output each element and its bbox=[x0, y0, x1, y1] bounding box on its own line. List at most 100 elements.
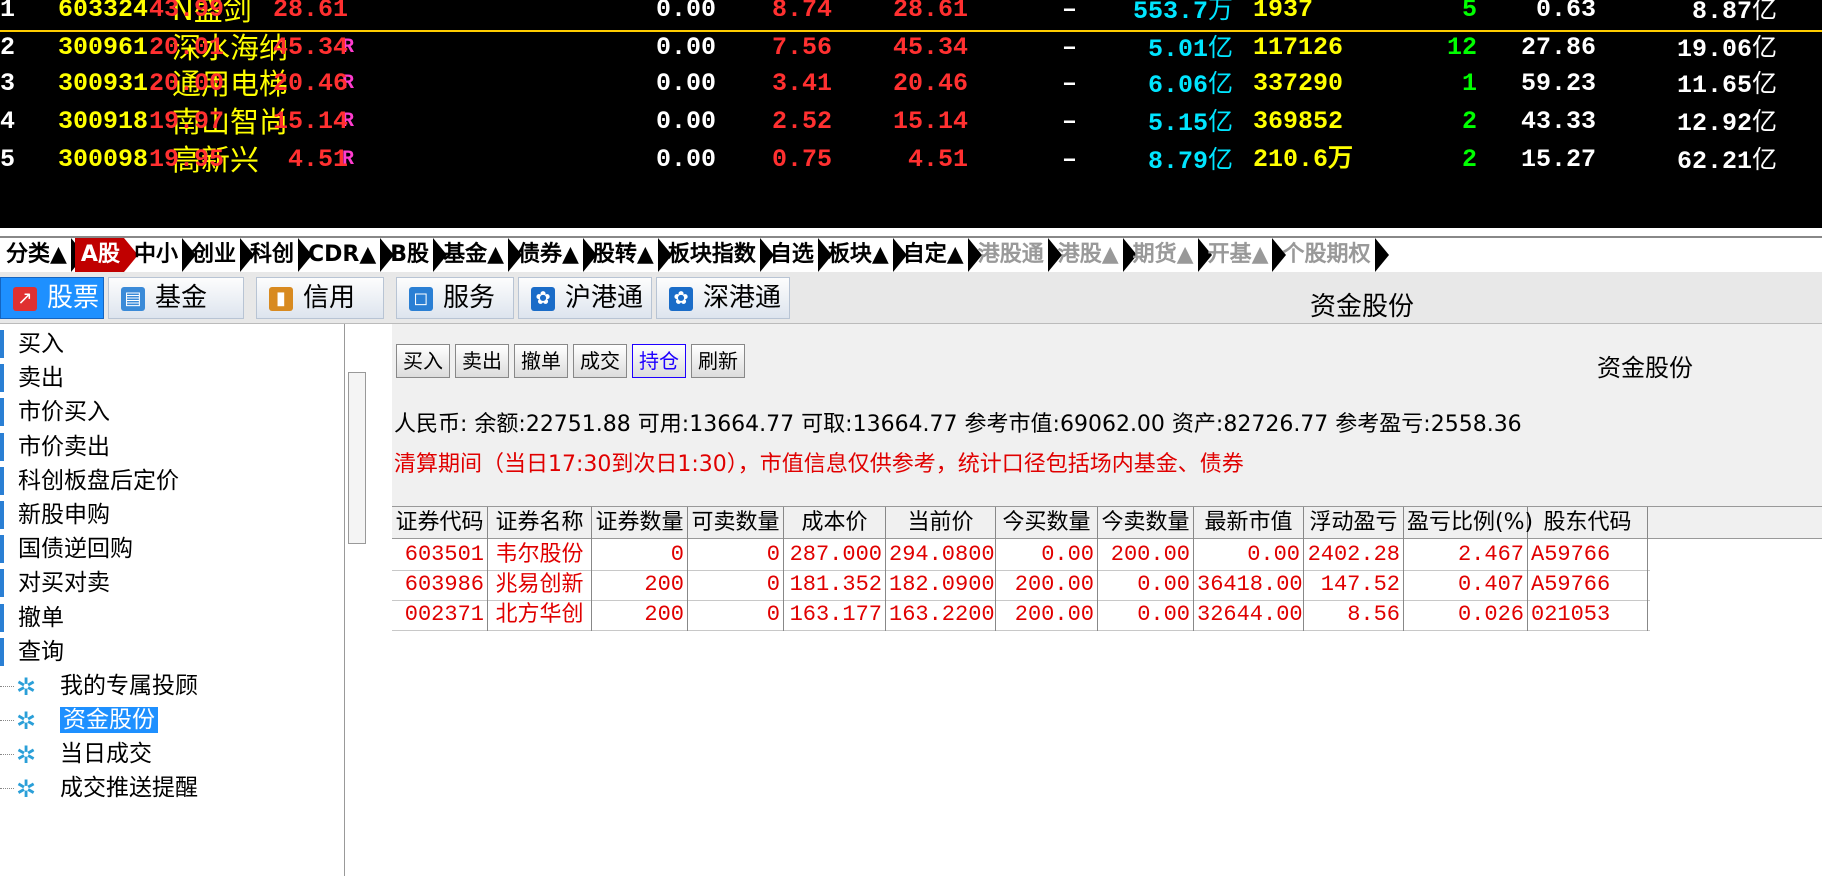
amount: 337290 bbox=[1253, 69, 1344, 98]
table-row[interactable]: 603501 韦尔股份 0 0 287.000 294.0800 0.00 200.00 0.0… bbox=[392, 539, 1650, 571]
market-tab[interactable]: 板块▲ bbox=[822, 238, 907, 272]
credit-icon: ▮ bbox=[269, 287, 293, 311]
market-tab[interactable]: 基金▲ bbox=[437, 238, 522, 272]
table-cell: 287.000 bbox=[784, 539, 886, 571]
column-header[interactable]: 今卖数量 bbox=[1098, 507, 1194, 539]
change-pct: 43.99 bbox=[148, 0, 224, 24]
tab-service[interactable]: ◻ 服务 bbox=[396, 277, 514, 319]
action-button[interactable]: 成交 bbox=[573, 344, 627, 378]
ask: – bbox=[1062, 145, 1078, 174]
tree-connector bbox=[0, 686, 14, 687]
market-tab[interactable]: 分类▲ bbox=[0, 238, 85, 272]
market-tab[interactable]: 中小 bbox=[128, 238, 196, 272]
change-pct: 20.00 bbox=[148, 69, 224, 98]
market-tab[interactable]: CDR▲ bbox=[302, 238, 395, 272]
table-row[interactable]: 002371 北方华创 200 0 163.177 163.2200 200.00 0.00 3… bbox=[392, 599, 1650, 631]
sidebar-item-label: 买入 bbox=[18, 331, 64, 357]
market-tab[interactable]: 开基▲ bbox=[1202, 238, 1287, 272]
market-tab[interactable]: 期货▲ bbox=[1127, 238, 1212, 272]
tab-fund[interactable]: ▤ 基金 bbox=[108, 277, 244, 319]
action-button[interactable]: 撤单 bbox=[514, 344, 568, 378]
sidebar-subitem[interactable]: ✲ 资金股份 bbox=[0, 702, 158, 738]
sidebar-item[interactable]: 市价卖出 bbox=[0, 429, 110, 465]
market-tab[interactable]: 科创 bbox=[244, 238, 313, 272]
sidebar-subitem[interactable]: ✲ 成交推送提醒 bbox=[0, 770, 198, 806]
column-header[interactable]: 证券代码 bbox=[392, 507, 488, 539]
action-button[interactable]: 持仓 bbox=[632, 344, 686, 378]
action-button[interactable]: 卖出 bbox=[455, 344, 509, 378]
column-header[interactable]: 当前价 bbox=[886, 507, 996, 539]
table-cell: 163.177 bbox=[784, 599, 886, 631]
speed: 0.00 bbox=[656, 0, 717, 24]
tree-marker bbox=[0, 535, 4, 564]
action-button[interactable]: 刷新 bbox=[691, 344, 745, 378]
tab-hk-connect-sz[interactable]: ✿ 深港通 bbox=[656, 277, 790, 319]
tab-hk-connect-sh[interactable]: ✿ 沪港通 bbox=[518, 277, 652, 319]
table-cell: 32644.00 bbox=[1194, 599, 1304, 631]
column-header[interactable]: 证券数量 bbox=[592, 507, 688, 539]
market-tab[interactable]: 板块指数 bbox=[662, 238, 774, 272]
tab-label: 服务 bbox=[443, 283, 496, 313]
sidebar-subitem[interactable]: ✲ 当日成交 bbox=[0, 736, 152, 772]
sidebar-item[interactable]: 国债逆回购 bbox=[0, 531, 133, 567]
sidebar-item[interactable]: 对买对卖 bbox=[0, 565, 110, 601]
market-tab[interactable]: 股转▲ bbox=[587, 238, 672, 272]
quote-row[interactable]: 3 300931 通用电梯 R 20.00 20.46 0.00 3.41 20.46–6.06… bbox=[0, 64, 1822, 104]
sidebar-item[interactable]: 撤单 bbox=[0, 600, 64, 636]
market-tab[interactable]: 创业 bbox=[186, 238, 255, 272]
market-value-number: 11.65 bbox=[1676, 71, 1752, 100]
column-header[interactable]: 成本价 bbox=[784, 507, 886, 539]
fund-chart-icon: ▤ bbox=[121, 287, 145, 311]
table-cell: 韦尔股份 bbox=[488, 539, 592, 571]
market-tab[interactable]: 债券▲ bbox=[512, 238, 597, 272]
sidebar-item[interactable]: 市价买入 bbox=[0, 394, 110, 430]
column-header[interactable]: 最新市值 bbox=[1194, 507, 1304, 539]
quote-row[interactable]: 4 300918 南山智尚 R 19.97 15.14 0.00 2.52 15.14–5.15… bbox=[0, 102, 1822, 142]
market-tab[interactable]: 自定▲ bbox=[897, 238, 982, 272]
column-header[interactable]: 股东代码 bbox=[1528, 507, 1648, 539]
sidebar-subitem[interactable]: ✲ 我的专属投顾 bbox=[0, 668, 198, 704]
tab-label: 基金 bbox=[155, 283, 208, 313]
row-index: 4 bbox=[0, 107, 16, 136]
market-tab[interactable]: 港股▲ bbox=[1052, 238, 1137, 272]
change: 3.41 bbox=[771, 69, 832, 98]
action-button[interactable]: 买入 bbox=[396, 344, 450, 378]
market-tab[interactable]: A股 bbox=[74, 238, 138, 272]
amount: 210.6万 bbox=[1253, 145, 1354, 174]
function-tree-scrollbar[interactable] bbox=[348, 372, 366, 544]
column-header[interactable]: 证券名称 bbox=[488, 507, 592, 539]
table-row[interactable]: 603986 兆易创新 200 0 181.352 182.0900 200.00 0.00 3… bbox=[392, 569, 1650, 601]
tab-stock[interactable]: ↗ 股票 bbox=[0, 277, 104, 319]
tree-marker bbox=[0, 330, 4, 358]
quote-row[interactable]: 1 603324 N盛剑 43.99 28.61 0.00 8.74 28.61–553.7万… bbox=[0, 0, 1822, 30]
volume: 5.15亿 bbox=[1148, 102, 1233, 144]
tab-credit[interactable]: ▮ 信用 bbox=[256, 277, 384, 319]
table-cell: 603986 bbox=[392, 569, 488, 601]
quote-row[interactable]: 2 300961 深水海纳 R 20.01 45.34 0.00 7.56 45.34–5.01… bbox=[0, 28, 1822, 68]
quote-row[interactable]: 5 300098 高新兴 R 19.95 4.51 0.00 0.75 4.51–8.79亿 21… bbox=[0, 140, 1822, 180]
market-tab[interactable]: B股 bbox=[384, 238, 447, 272]
market-tab[interactable]: 港股通 bbox=[972, 238, 1062, 272]
column-header[interactable]: 盈亏比例(%) bbox=[1404, 507, 1533, 539]
tab-label: 深港通 bbox=[703, 283, 782, 313]
column-header[interactable]: 浮动盈亏 bbox=[1304, 507, 1404, 539]
sidebar-item[interactable]: 查询 bbox=[0, 634, 64, 670]
tree-marker bbox=[0, 432, 4, 461]
sidebar-item-label: 国债逆回购 bbox=[18, 536, 133, 563]
sidebar-item[interactable]: 科创板盘后定价 bbox=[0, 463, 179, 499]
market-tab[interactable]: 个股期权 bbox=[1276, 238, 1389, 272]
table-cell: 163.2200 bbox=[886, 599, 996, 631]
market-value: 11.65亿 bbox=[1677, 64, 1777, 106]
turnover: 15.27 bbox=[1520, 145, 1596, 174]
bid: 15.14 bbox=[892, 107, 968, 136]
table-cell: 0.026 bbox=[1404, 599, 1528, 631]
sidebar-item[interactable]: 卖出 bbox=[0, 360, 64, 396]
column-header[interactable]: 可卖数量 bbox=[688, 507, 784, 539]
column-header[interactable]: 今买数量 bbox=[996, 507, 1098, 539]
tree-marker bbox=[0, 569, 4, 598]
market-tab[interactable]: 自选 bbox=[764, 238, 832, 272]
sidebar-item[interactable]: 新股申购 bbox=[0, 497, 110, 533]
table-cell: 0 bbox=[592, 539, 688, 571]
quote-list[interactable]: 1 603324 N盛剑 43.99 28.61 0.00 8.74 28.61–553.7万… bbox=[0, 0, 1822, 228]
sidebar-item[interactable]: 买入 bbox=[0, 326, 64, 362]
